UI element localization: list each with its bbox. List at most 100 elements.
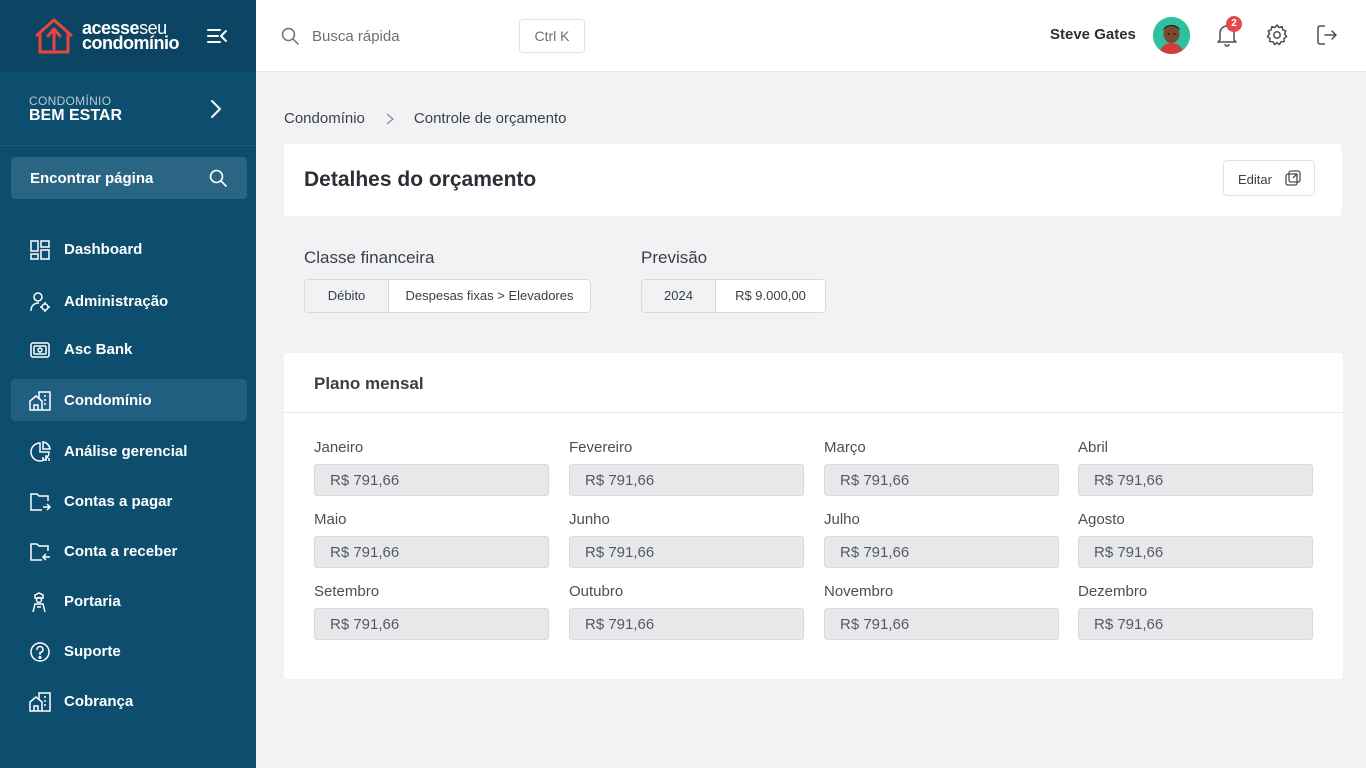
sidebar-item-label: Dashboard [64, 241, 143, 258]
month-maio: Maio [314, 510, 549, 568]
month-label: Fevereiro [569, 439, 633, 456]
budget-header-card: Detalhes do orçamento Editar [284, 144, 1342, 216]
sidebar-item-label: Contas a pagar [64, 493, 173, 510]
brand-word-3: condomínio [82, 33, 180, 53]
month-value-input[interactable] [824, 536, 1059, 568]
quick-search-input[interactable] [312, 24, 512, 48]
financial-class-field: Débito Despesas fixas > Elevadores [304, 279, 591, 313]
sidebar-item-conta-a-receber[interactable]: Conta a receber [11, 530, 247, 572]
month-marco: Março [824, 438, 1059, 496]
sidebar-item-suporte[interactable]: Suporte [11, 630, 247, 672]
month-outubro: Outubro [569, 582, 804, 640]
financial-class-type: Débito [305, 280, 389, 312]
sidebar: acesseseu condomínio CONDOMÍNIO BEM ESTA… [0, 0, 256, 768]
sidebar-item-label: Asc Bank [64, 341, 133, 358]
folder-in-icon [30, 543, 50, 561]
building-icon [29, 391, 51, 411]
condo-caption: CONDOMÍNIO [29, 94, 112, 108]
month-label: Novembro [824, 583, 894, 600]
month-janeiro: Janeiro [314, 438, 549, 496]
month-label: Maio [314, 511, 347, 528]
month-value-input[interactable] [569, 536, 804, 568]
sidebar-item-contas-a-pagar[interactable]: Contas a pagar [11, 480, 247, 522]
find-page-search[interactable]: Encontrar página [11, 157, 247, 199]
forecast-year: 2024 [642, 280, 716, 312]
search-icon [209, 169, 227, 187]
month-label: Setembro [314, 583, 380, 600]
month-label: Janeiro [314, 439, 364, 456]
sidebar-item-cobranca[interactable]: Cobrança [11, 680, 247, 722]
forecast-value: R$ 9.000,00 [735, 288, 806, 303]
page-title: Detalhes do orçamento [304, 168, 537, 191]
month-fevereiro: Fevereiro [569, 438, 804, 496]
building-icon [29, 692, 51, 712]
notification-count-badge: 2 [1226, 16, 1242, 32]
month-abril: Abril [1078, 438, 1313, 496]
month-junho: Junho [569, 510, 804, 568]
sidebar-item-administracao[interactable]: Administração [11, 280, 247, 322]
logout-icon[interactable] [1316, 24, 1338, 46]
monthly-plan-card: Plano mensal Janeiro Fevereiro Março Abr… [284, 353, 1343, 679]
month-value-input[interactable] [824, 464, 1059, 496]
sidebar-item-label: Análise gerencial [64, 443, 188, 460]
collapse-menu-icon[interactable] [206, 26, 228, 46]
user-gear-icon [30, 292, 50, 312]
monthly-plan-title: Plano mensal [314, 374, 424, 393]
month-agosto: Agosto [1078, 510, 1313, 568]
sidebar-item-portaria[interactable]: Portaria [11, 580, 247, 622]
breadcrumb-root-link[interactable]: Condomínio [284, 110, 365, 127]
month-label: Agosto [1078, 511, 1125, 528]
month-label: Abril [1078, 439, 1109, 456]
month-setembro: Setembro [314, 582, 549, 640]
forecast-label: Previsão [641, 248, 708, 267]
sidebar-item-label: Cobrança [64, 693, 134, 710]
sidebar-item-asc-bank[interactable]: Asc Bank [11, 328, 247, 370]
doorman-icon [32, 592, 46, 613]
brand-wordmark: acesseseu condomínio [82, 19, 180, 53]
condo-selector[interactable]: CONDOMÍNIO BEM ESTAR [0, 72, 256, 146]
sidebar-item-label: Administração [64, 293, 169, 310]
bank-icon [30, 342, 50, 358]
month-label: Março [824, 439, 866, 456]
sidebar-item-analise-gerencial[interactable]: Análise gerencial [11, 430, 247, 472]
edit-button[interactable]: Editar [1223, 160, 1315, 196]
month-label: Julho [824, 511, 860, 528]
month-label: Dezembro [1078, 583, 1148, 600]
forecast-field: 2024 R$ 9.000,00 [641, 279, 826, 313]
search-icon [281, 27, 299, 45]
month-value-input[interactable] [569, 464, 804, 496]
sidebar-item-condominio[interactable]: Condomínio [11, 379, 247, 421]
month-value-input[interactable] [824, 608, 1059, 640]
month-value-input[interactable] [314, 464, 549, 496]
month-label: Junho [569, 511, 610, 528]
chevron-right-icon[interactable] [206, 98, 226, 120]
month-julho: Julho [824, 510, 1059, 568]
house-arrow-icon [35, 18, 73, 54]
condo-name: BEM ESTAR [29, 107, 123, 124]
user-avatar-icon [1153, 17, 1190, 54]
help-icon [30, 642, 50, 662]
month-dezembro: Dezembro [1078, 582, 1313, 640]
brand-logo[interactable]: acesseseu condomínio [30, 16, 180, 56]
month-value-input[interactable] [314, 608, 549, 640]
month-value-input[interactable] [1078, 464, 1313, 496]
avatar[interactable] [1153, 17, 1190, 54]
sidebar-item-dashboard[interactable]: Dashboard [11, 228, 247, 270]
month-novembro: Novembro [824, 582, 1059, 640]
sidebar-item-label: Condomínio [64, 392, 152, 409]
month-value-input[interactable] [569, 608, 804, 640]
month-label: Outubro [569, 583, 624, 600]
month-value-input[interactable] [1078, 536, 1313, 568]
search-shortcut-hint: Ctrl K [519, 19, 585, 53]
month-value-input[interactable] [1078, 608, 1313, 640]
open-external-icon [1285, 170, 1301, 186]
chevron-right-icon [386, 113, 394, 124]
month-value-input[interactable] [314, 536, 549, 568]
divider [284, 412, 1343, 413]
gear-icon[interactable] [1265, 23, 1289, 47]
sidebar-header: acesseseu condomínio [0, 0, 256, 72]
sidebar-item-label: Portaria [64, 593, 121, 610]
edit-button-label: Editar [1238, 172, 1272, 187]
sidebar-item-label: Suporte [64, 643, 121, 660]
breadcrumb: Condomínio Controle de orçamento [284, 110, 566, 127]
